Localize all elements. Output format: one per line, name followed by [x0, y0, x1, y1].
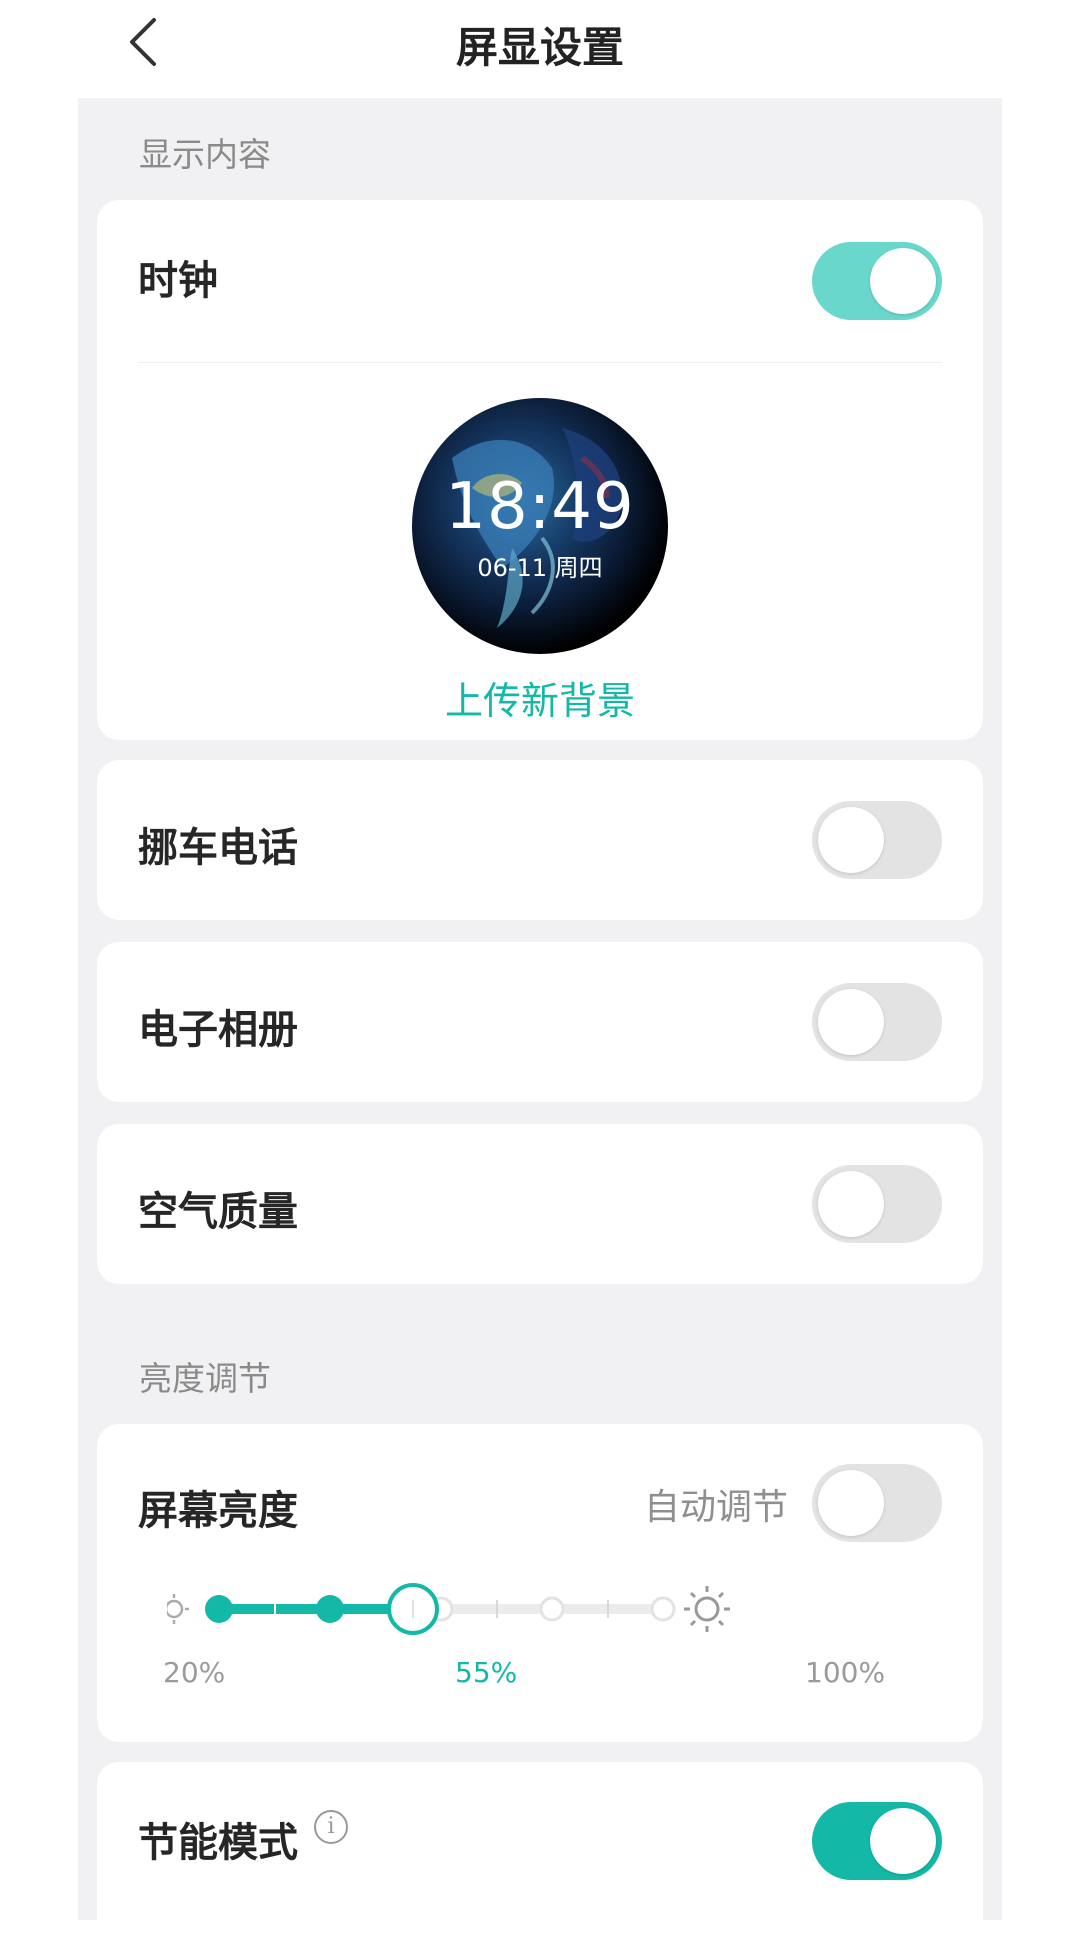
- power-saving-toggle[interactable]: [812, 1802, 942, 1880]
- power-saving-label: 节能模式: [138, 1820, 298, 1866]
- sun-small-icon: [167, 1594, 189, 1624]
- upload-background-link[interactable]: 上传新背景: [97, 670, 983, 725]
- slider-stop[interactable]: [539, 1596, 565, 1622]
- clock-preview-date: 06-11 周四: [477, 554, 603, 582]
- brightness-slider[interactable]: [167, 1574, 847, 1644]
- divider: [138, 362, 942, 363]
- top-bar: 屏显设置: [0, 0, 1080, 98]
- air-quality-card: 空气质量: [97, 1124, 983, 1284]
- page-title: 屏显设置: [455, 23, 624, 72]
- info-icon[interactable]: i: [314, 1810, 348, 1844]
- brightness-current-label: 55%: [455, 1656, 518, 1689]
- clock-card: 时钟 18:49 06-11 周四 上传新背景: [97, 200, 983, 740]
- move-car-phone-label: 挪车电话: [138, 825, 298, 871]
- brightness-min-label: 20%: [163, 1656, 226, 1689]
- toggle-knob: [870, 248, 936, 314]
- auto-adjust-label: 自动调节: [643, 1487, 788, 1528]
- slider-stop[interactable]: [316, 1595, 344, 1623]
- section-label-display: 显示内容: [139, 135, 271, 174]
- toggle-knob: [818, 989, 884, 1055]
- move-car-phone-card: 挪车电话: [97, 760, 983, 920]
- clock-preview-time: 18:49: [445, 470, 635, 544]
- photo-album-toggle[interactable]: [812, 983, 942, 1061]
- clock-label: 时钟: [138, 258, 218, 304]
- toggle-knob: [818, 1470, 884, 1536]
- section-label-brightness: 亮度调节: [139, 1359, 271, 1398]
- toggle-knob: [818, 1171, 884, 1237]
- auto-adjust-toggle[interactable]: [812, 1464, 942, 1542]
- screen-brightness-label: 屏幕亮度: [138, 1488, 298, 1534]
- photo-album-card: 电子相册: [97, 942, 983, 1102]
- settings-content: 显示内容 时钟 18:49 06-11 周四 上传新背景 挪车电话 电子相册 空…: [78, 98, 1002, 1942]
- toggle-knob: [870, 1808, 936, 1874]
- clock-preview: 18:49 06-11 周四: [412, 398, 668, 654]
- sun-large-icon: [684, 1586, 730, 1632]
- slider-stop[interactable]: [205, 1595, 233, 1623]
- brightness-card: 屏幕亮度 自动调节 20% 55% 100%: [97, 1424, 983, 1742]
- air-quality-toggle[interactable]: [812, 1165, 942, 1243]
- slider-stop[interactable]: [650, 1596, 676, 1622]
- brightness-max-label: 100%: [805, 1656, 886, 1689]
- power-saving-card: 节能模式 i: [97, 1762, 983, 1942]
- clock-toggle[interactable]: [812, 242, 942, 320]
- move-car-phone-toggle[interactable]: [812, 801, 942, 879]
- photo-album-label: 电子相册: [138, 1007, 298, 1053]
- toggle-knob: [818, 807, 884, 873]
- air-quality-label: 空气质量: [138, 1189, 298, 1235]
